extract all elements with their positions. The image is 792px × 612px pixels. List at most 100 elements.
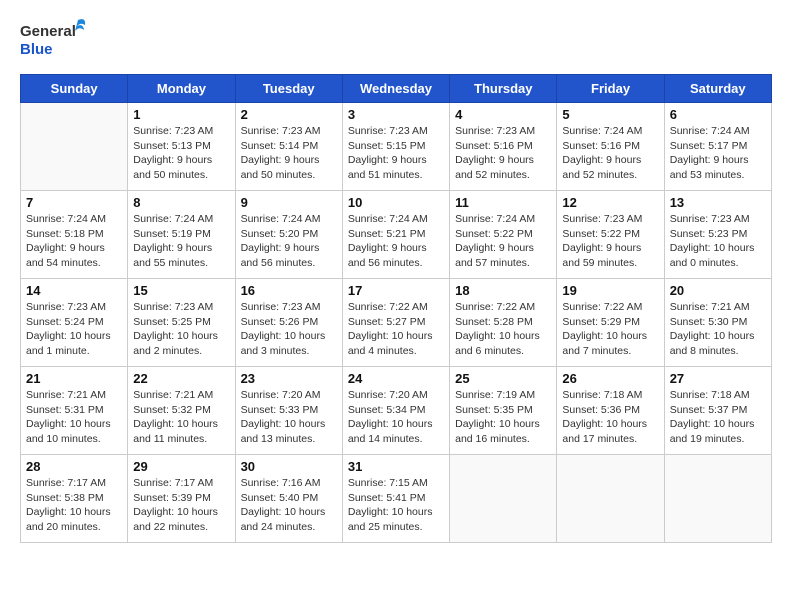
day-number: 16 bbox=[241, 283, 337, 298]
day-info: Sunrise: 7:22 AM Sunset: 5:28 PM Dayligh… bbox=[455, 300, 551, 359]
day-info: Sunrise: 7:23 AM Sunset: 5:26 PM Dayligh… bbox=[241, 300, 337, 359]
day-number: 30 bbox=[241, 459, 337, 474]
day-info: Sunrise: 7:24 AM Sunset: 5:16 PM Dayligh… bbox=[562, 124, 658, 183]
calendar-cell: 18 Sunrise: 7:22 AM Sunset: 5:28 PM Dayli… bbox=[450, 279, 557, 367]
calendar-week-row: 21 Sunrise: 7:21 AM Sunset: 5:31 PM Dayli… bbox=[21, 367, 772, 455]
day-info: Sunrise: 7:23 AM Sunset: 5:24 PM Dayligh… bbox=[26, 300, 122, 359]
calendar-cell bbox=[450, 455, 557, 543]
day-info: Sunrise: 7:22 AM Sunset: 5:29 PM Dayligh… bbox=[562, 300, 658, 359]
calendar-cell: 20 Sunrise: 7:21 AM Sunset: 5:30 PM Dayli… bbox=[664, 279, 771, 367]
calendar-cell bbox=[664, 455, 771, 543]
calendar-cell: 1 Sunrise: 7:23 AM Sunset: 5:13 PM Daylig… bbox=[128, 103, 235, 191]
calendar-cell bbox=[557, 455, 664, 543]
calendar-cell: 23 Sunrise: 7:20 AM Sunset: 5:33 PM Dayli… bbox=[235, 367, 342, 455]
calendar-cell: 5Sunrise: 7:24 AM Sunset: 5:16 PM Daylig… bbox=[557, 103, 664, 191]
day-number: 9 bbox=[241, 195, 337, 210]
logo: General Blue bbox=[20, 16, 90, 66]
day-info: Sunrise: 7:23 AM Sunset: 5:14 PM Dayligh… bbox=[241, 124, 337, 183]
day-number: 14 bbox=[26, 283, 122, 298]
calendar-cell: 11Sunrise: 7:24 AM Sunset: 5:22 PM Dayli… bbox=[450, 191, 557, 279]
day-number: 19 bbox=[562, 283, 658, 298]
day-number: 12 bbox=[562, 195, 658, 210]
day-number: 8 bbox=[133, 195, 229, 210]
calendar-cell: 10 Sunrise: 7:24 AM Sunset: 5:21 PM Dayli… bbox=[342, 191, 449, 279]
calendar-cell: 15Sunrise: 7:23 AM Sunset: 5:25 PM Dayli… bbox=[128, 279, 235, 367]
weekday-header-monday: Monday bbox=[128, 75, 235, 103]
day-info: Sunrise: 7:24 AM Sunset: 5:18 PM Dayligh… bbox=[26, 212, 122, 271]
calendar-cell: 17Sunrise: 7:22 AM Sunset: 5:27 PM Dayli… bbox=[342, 279, 449, 367]
day-number: 15 bbox=[133, 283, 229, 298]
day-number: 1 bbox=[133, 107, 229, 122]
calendar-cell: 4Sunrise: 7:23 AM Sunset: 5:16 PM Daylig… bbox=[450, 103, 557, 191]
day-number: 18 bbox=[455, 283, 551, 298]
day-info: Sunrise: 7:17 AM Sunset: 5:38 PM Dayligh… bbox=[26, 476, 122, 535]
day-info: Sunrise: 7:17 AM Sunset: 5:39 PM Dayligh… bbox=[133, 476, 229, 535]
calendar-week-row: 14 Sunrise: 7:23 AM Sunset: 5:24 PM Dayli… bbox=[21, 279, 772, 367]
calendar-cell bbox=[21, 103, 128, 191]
weekday-header-saturday: Saturday bbox=[664, 75, 771, 103]
calendar-cell: 24Sunrise: 7:20 AM Sunset: 5:34 PM Dayli… bbox=[342, 367, 449, 455]
calendar-cell: 19 Sunrise: 7:22 AM Sunset: 5:29 PM Dayli… bbox=[557, 279, 664, 367]
day-number: 27 bbox=[670, 371, 766, 386]
weekday-header-thursday: Thursday bbox=[450, 75, 557, 103]
day-info: Sunrise: 7:20 AM Sunset: 5:33 PM Dayligh… bbox=[241, 388, 337, 447]
day-number: 20 bbox=[670, 283, 766, 298]
calendar-cell: 13Sunrise: 7:23 AM Sunset: 5:23 PM Dayli… bbox=[664, 191, 771, 279]
calendar-cell: 2 Sunrise: 7:23 AM Sunset: 5:14 PM Daylig… bbox=[235, 103, 342, 191]
weekday-header-friday: Friday bbox=[557, 75, 664, 103]
calendar-cell: 12 Sunrise: 7:23 AM Sunset: 5:22 PM Dayli… bbox=[557, 191, 664, 279]
calendar-cell: 29Sunrise: 7:17 AM Sunset: 5:39 PM Dayli… bbox=[128, 455, 235, 543]
day-number: 2 bbox=[241, 107, 337, 122]
logo-svg: General Blue bbox=[20, 16, 90, 66]
day-info: Sunrise: 7:23 AM Sunset: 5:13 PM Dayligh… bbox=[133, 124, 229, 183]
day-info: Sunrise: 7:24 AM Sunset: 5:22 PM Dayligh… bbox=[455, 212, 551, 271]
day-number: 21 bbox=[26, 371, 122, 386]
calendar-header-row: SundayMondayTuesdayWednesdayThursdayFrid… bbox=[21, 75, 772, 103]
day-number: 23 bbox=[241, 371, 337, 386]
day-number: 31 bbox=[348, 459, 444, 474]
day-info: Sunrise: 7:23 AM Sunset: 5:22 PM Dayligh… bbox=[562, 212, 658, 271]
day-info: Sunrise: 7:21 AM Sunset: 5:30 PM Dayligh… bbox=[670, 300, 766, 359]
calendar-cell: 9Sunrise: 7:24 AM Sunset: 5:20 PM Daylig… bbox=[235, 191, 342, 279]
day-number: 13 bbox=[670, 195, 766, 210]
calendar-cell: 3Sunrise: 7:23 AM Sunset: 5:15 PM Daylig… bbox=[342, 103, 449, 191]
day-info: Sunrise: 7:20 AM Sunset: 5:34 PM Dayligh… bbox=[348, 388, 444, 447]
day-number: 7 bbox=[26, 195, 122, 210]
weekday-header-sunday: Sunday bbox=[21, 75, 128, 103]
day-info: Sunrise: 7:16 AM Sunset: 5:40 PM Dayligh… bbox=[241, 476, 337, 535]
day-info: Sunrise: 7:19 AM Sunset: 5:35 PM Dayligh… bbox=[455, 388, 551, 447]
day-number: 25 bbox=[455, 371, 551, 386]
calendar-cell: 31 Sunrise: 7:15 AM Sunset: 5:41 PM Dayli… bbox=[342, 455, 449, 543]
day-info: Sunrise: 7:18 AM Sunset: 5:37 PM Dayligh… bbox=[670, 388, 766, 447]
calendar-cell: 27 Sunrise: 7:18 AM Sunset: 5:37 PM Dayli… bbox=[664, 367, 771, 455]
day-info: Sunrise: 7:24 AM Sunset: 5:21 PM Dayligh… bbox=[348, 212, 444, 271]
calendar-cell: 30 Sunrise: 7:16 AM Sunset: 5:40 PM Dayli… bbox=[235, 455, 342, 543]
day-info: Sunrise: 7:21 AM Sunset: 5:32 PM Dayligh… bbox=[133, 388, 229, 447]
calendar-table: SundayMondayTuesdayWednesdayThursdayFrid… bbox=[20, 74, 772, 543]
calendar-cell: 16 Sunrise: 7:23 AM Sunset: 5:26 PM Dayli… bbox=[235, 279, 342, 367]
calendar-cell: 22Sunrise: 7:21 AM Sunset: 5:32 PM Dayli… bbox=[128, 367, 235, 455]
day-info: Sunrise: 7:24 AM Sunset: 5:19 PM Dayligh… bbox=[133, 212, 229, 271]
calendar-week-row: 28 Sunrise: 7:17 AM Sunset: 5:38 PM Dayli… bbox=[21, 455, 772, 543]
day-info: Sunrise: 7:15 AM Sunset: 5:41 PM Dayligh… bbox=[348, 476, 444, 535]
day-number: 28 bbox=[26, 459, 122, 474]
calendar-cell: 14 Sunrise: 7:23 AM Sunset: 5:24 PM Dayli… bbox=[21, 279, 128, 367]
svg-text:Blue: Blue bbox=[20, 41, 53, 58]
day-number: 10 bbox=[348, 195, 444, 210]
weekday-header-tuesday: Tuesday bbox=[235, 75, 342, 103]
day-info: Sunrise: 7:21 AM Sunset: 5:31 PM Dayligh… bbox=[26, 388, 122, 447]
calendar-cell: 8 Sunrise: 7:24 AM Sunset: 5:19 PM Daylig… bbox=[128, 191, 235, 279]
calendar-cell: 28 Sunrise: 7:17 AM Sunset: 5:38 PM Dayli… bbox=[21, 455, 128, 543]
day-info: Sunrise: 7:23 AM Sunset: 5:15 PM Dayligh… bbox=[348, 124, 444, 183]
calendar-cell: 21 Sunrise: 7:21 AM Sunset: 5:31 PM Dayli… bbox=[21, 367, 128, 455]
calendar-cell: 7 Sunrise: 7:24 AM Sunset: 5:18 PM Daylig… bbox=[21, 191, 128, 279]
calendar-week-row: 7 Sunrise: 7:24 AM Sunset: 5:18 PM Daylig… bbox=[21, 191, 772, 279]
page-header: General Blue bbox=[20, 16, 772, 66]
day-info: Sunrise: 7:24 AM Sunset: 5:17 PM Dayligh… bbox=[670, 124, 766, 183]
calendar-cell: 6Sunrise: 7:24 AM Sunset: 5:17 PM Daylig… bbox=[664, 103, 771, 191]
calendar-week-row: 1 Sunrise: 7:23 AM Sunset: 5:13 PM Daylig… bbox=[21, 103, 772, 191]
calendar-cell: 25 Sunrise: 7:19 AM Sunset: 5:35 PM Dayli… bbox=[450, 367, 557, 455]
day-number: 26 bbox=[562, 371, 658, 386]
day-info: Sunrise: 7:18 AM Sunset: 5:36 PM Dayligh… bbox=[562, 388, 658, 447]
day-info: Sunrise: 7:23 AM Sunset: 5:16 PM Dayligh… bbox=[455, 124, 551, 183]
